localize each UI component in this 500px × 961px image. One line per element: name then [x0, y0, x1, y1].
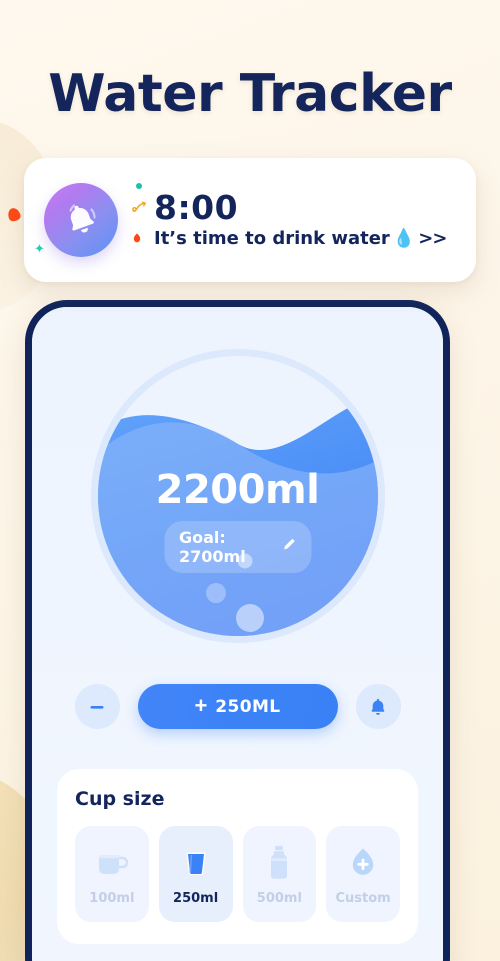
add-water-button[interactable]: + 250ML: [137, 684, 338, 729]
goal-label: Goal: 2700ml: [179, 528, 246, 566]
cup-option-custom[interactable]: Custom: [326, 826, 400, 922]
notification-time-row: 8:00: [132, 191, 446, 226]
decrease-button[interactable]: [74, 684, 120, 729]
chevrons-forward: >>: [418, 227, 447, 249]
bell-icon: [69, 204, 96, 233]
pencil-icon[interactable]: [281, 537, 296, 557]
current-amount: 2200ml: [155, 467, 320, 513]
orange-dot-icon: [132, 232, 150, 244]
cup-option-250ml[interactable]: 250ml: [158, 826, 233, 922]
action-button-row: + 250ML: [32, 684, 443, 729]
reminder-button[interactable]: [355, 684, 401, 729]
phone-screen: 2200ml Goal: 2700ml + 250ML Cup size 100…: [32, 307, 443, 961]
orange-curl-icon: [132, 200, 150, 216]
notification-text-block: 8:00 It’s time to drink water 💧 >>: [132, 191, 447, 249]
cup-size-grid: 100ml 250ml 500ml Custom: [75, 826, 400, 922]
plus-icon: +: [194, 692, 208, 718]
droplet-plus-icon: [347, 843, 379, 883]
cup-option-label: Custom: [335, 890, 391, 906]
water-droplet-emoji: 💧: [392, 227, 416, 249]
minus-icon: [90, 705, 104, 709]
cup-option-label: 250ml: [173, 890, 219, 906]
teal-star-confetti: ✦: [34, 241, 45, 256]
cup-size-panel: Cup size 100ml 250ml 500ml Custom: [57, 769, 418, 944]
cup-size-heading: Cup size: [75, 788, 165, 810]
bell-gradient-avatar: [44, 183, 118, 257]
notification-message: It’s time to drink water 💧 >>: [154, 227, 447, 249]
cup-option-label: 500ml: [256, 890, 302, 906]
bottle-icon: [264, 843, 294, 883]
notification-card[interactable]: 8:00 It’s time to drink water 💧 >>: [24, 158, 476, 282]
goal-badge[interactable]: Goal: 2700ml: [164, 521, 311, 573]
cup-option-100ml[interactable]: 100ml: [75, 826, 149, 922]
notification-message-text: It’s time to drink water: [154, 227, 390, 249]
cup-option-500ml[interactable]: 500ml: [242, 826, 317, 922]
cup-option-label: 100ml: [89, 890, 135, 906]
notification-message-row: It’s time to drink water 💧 >>: [132, 227, 447, 249]
cup-icon: [178, 843, 214, 883]
add-water-label: 250ML: [215, 696, 281, 717]
teal-dot-confetti: [136, 183, 142, 189]
phone-mockup: 2200ml Goal: 2700ml + 250ML Cup size 100…: [25, 300, 450, 961]
notification-time: 8:00: [154, 188, 239, 228]
water-progress-circle[interactable]: 2200ml Goal: 2700ml: [90, 349, 385, 643]
bell-icon: [371, 698, 385, 715]
page-title: Water Tracker: [48, 64, 452, 124]
mug-icon: [92, 843, 132, 883]
